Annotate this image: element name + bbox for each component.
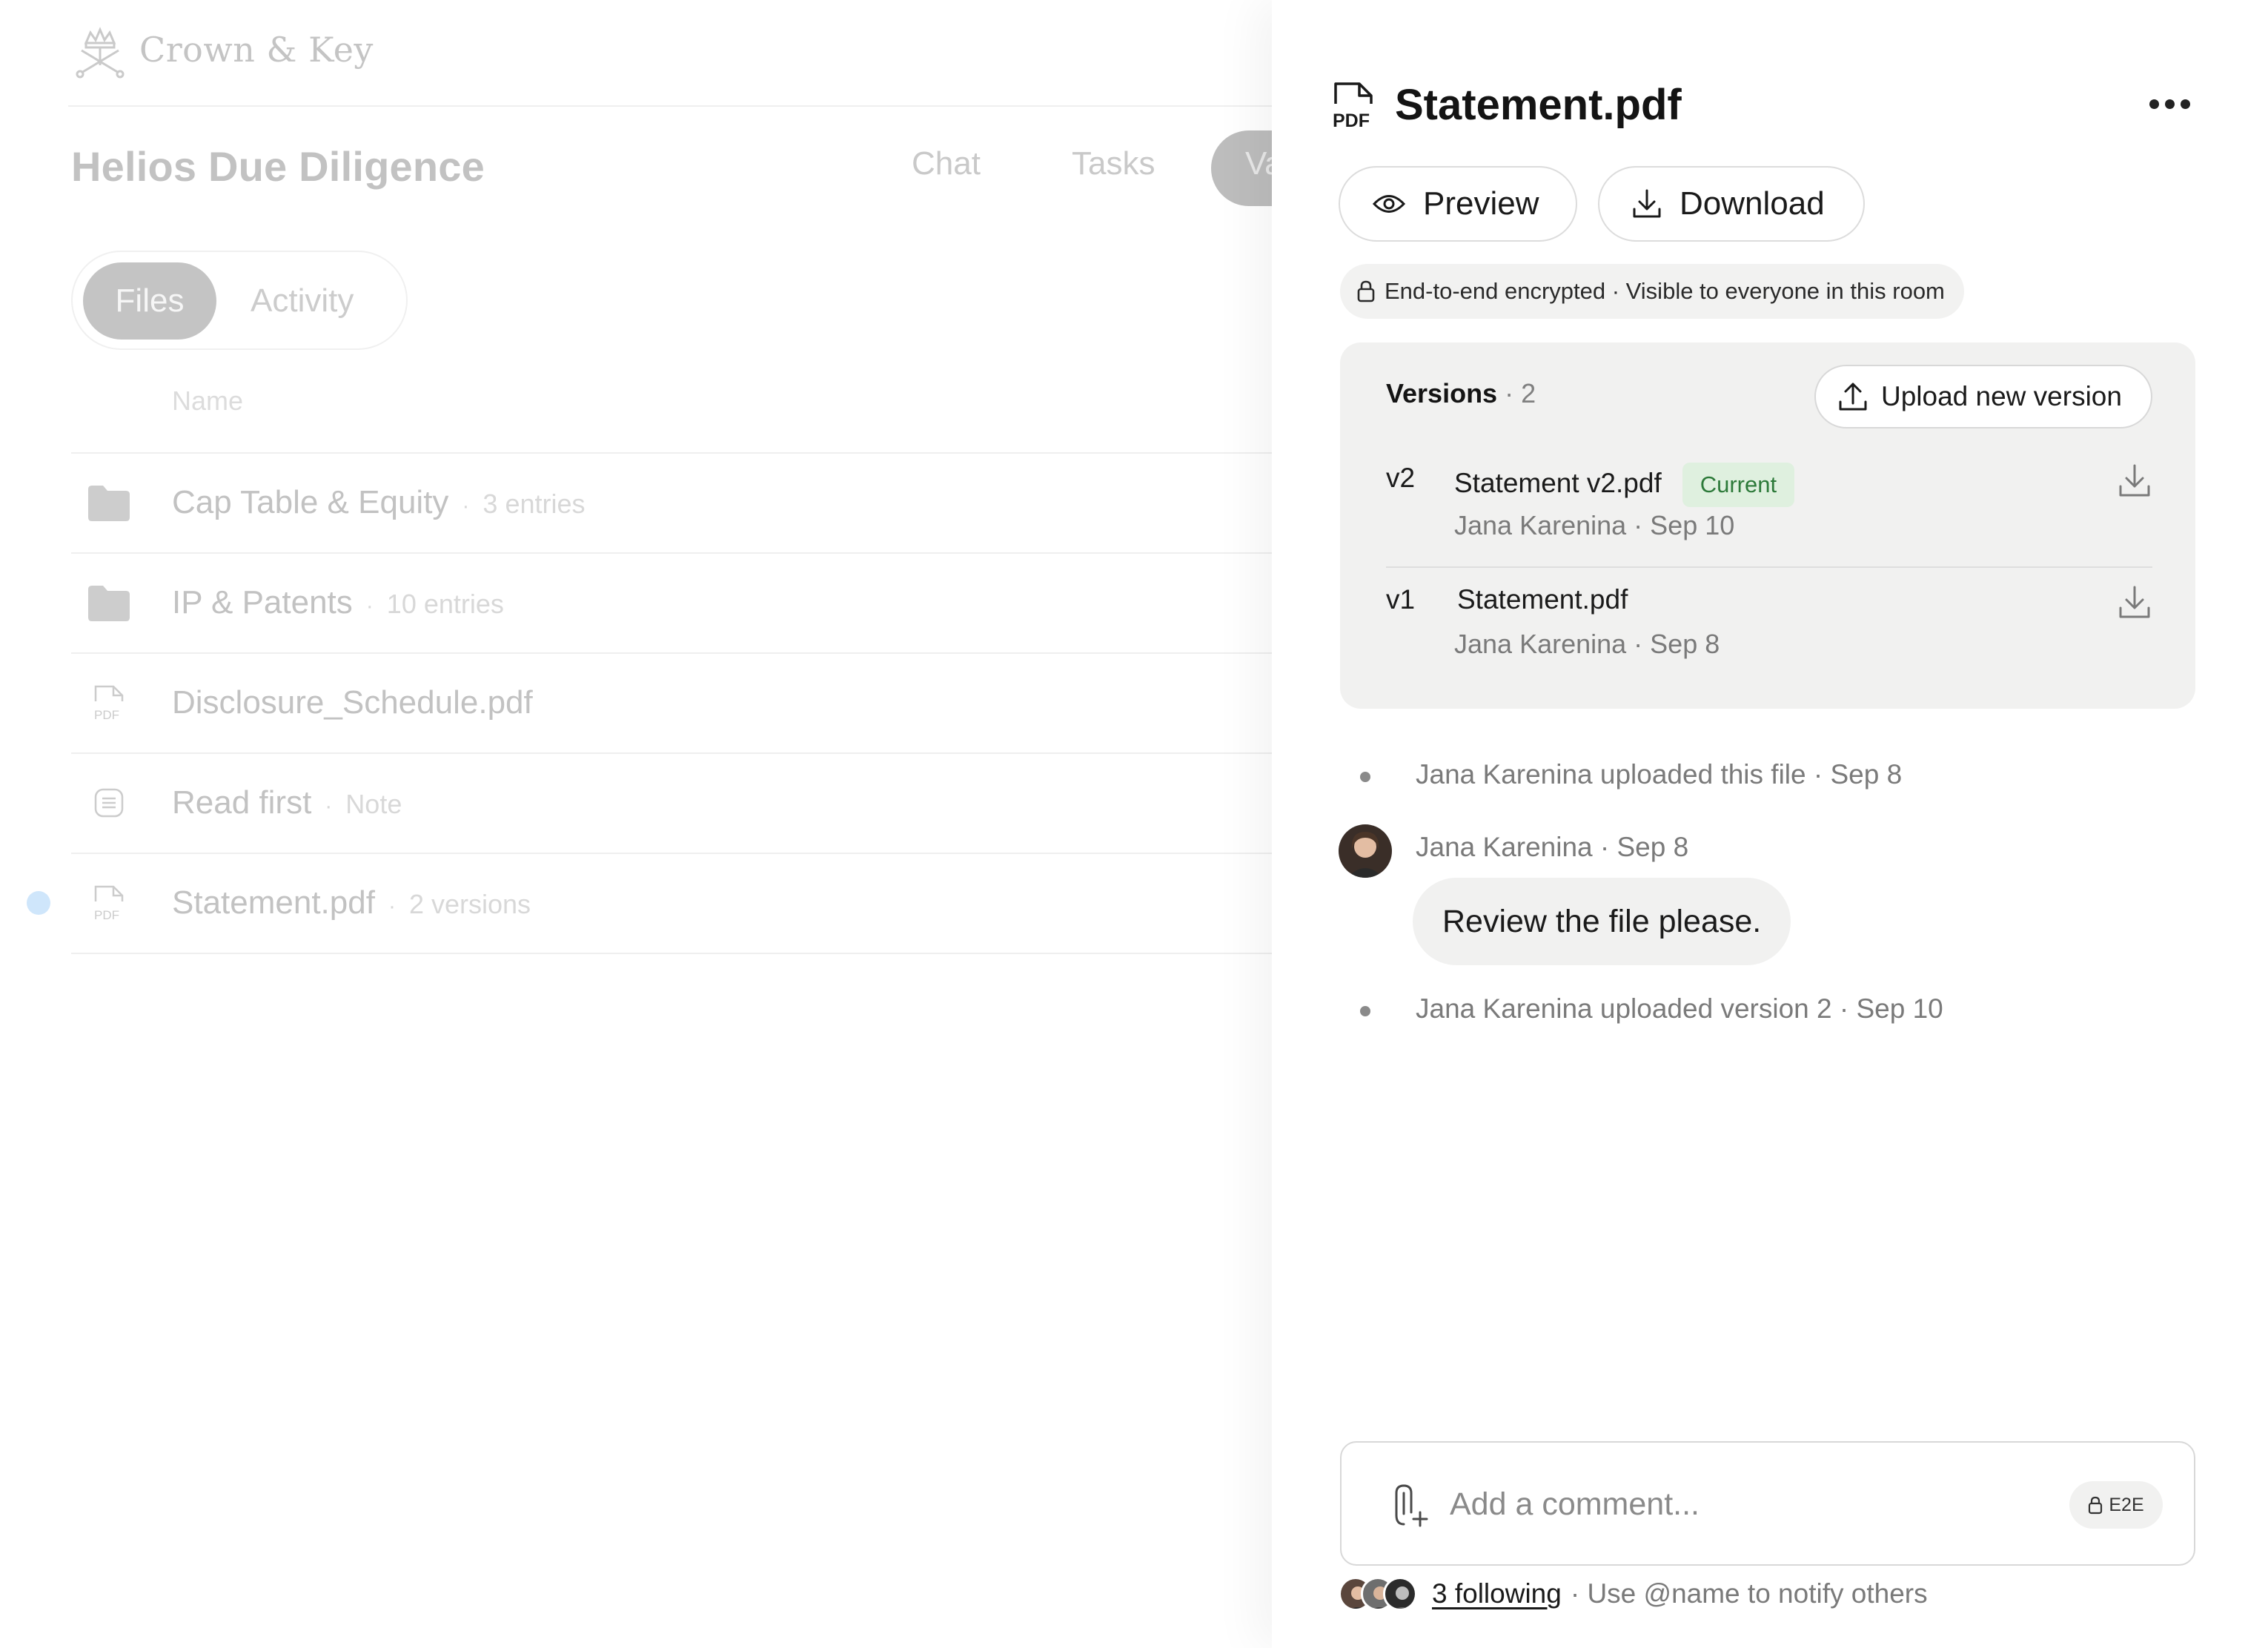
comment-bubble: Review the file please. [1413,878,1791,965]
tab-tasks[interactable]: Tasks [1072,145,1155,182]
folder-icon [86,580,132,626]
follower-avatars[interactable] [1339,1577,1419,1611]
version-row-v1[interactable]: v1 Statement.pdf Jana Karenina · Sep 8 [1386,584,2152,681]
followers-bar: 3 following · Use @name to notify others [1339,1575,1928,1613]
item-name: Statement.pdf [172,884,375,921]
more-options-icon[interactable] [2136,82,2203,126]
encryption-text: End-to-end encrypted · Visible to everyo… [1385,278,1945,304]
file-detail-panel: PDF Statement.pdf Preview Download End-t… [1272,0,2268,1648]
view-switcher: Files Activity [71,251,408,350]
eye-icon [1373,195,1405,213]
brand-logo[interactable]: Crown & Key [71,21,374,79]
row-divider [71,953,1279,954]
list-item-file[interactable]: PDF Disclosure_Schedule.pdf [71,653,1279,752]
download-button[interactable]: Download [1598,166,1865,242]
svg-text:PDF: PDF [1333,110,1370,130]
unread-indicator [27,891,50,915]
lock-icon [2089,1496,2103,1515]
svg-text:PDF: PDF [94,908,119,922]
versions-card: Versions · 2 Upload new version v2 State… [1340,342,2195,709]
brand-name: Crown & Key [139,30,374,70]
download-icon [1633,189,1661,218]
list-item-folder[interactable]: IP & Patents · 10 entries [71,553,1279,652]
note-icon [86,780,132,826]
preview-button[interactable]: Preview [1339,166,1577,242]
version-filename: Statement v2.pdf [1454,467,1662,498]
item-meta: 10 entries [386,589,504,619]
crown-key-logo-icon [76,27,125,79]
activity-bullet [1360,1006,1370,1016]
preview-label: Preview [1423,185,1539,222]
current-badge: Current [1682,463,1795,507]
encryption-notice: End-to-end encrypted · Visible to everyo… [1340,264,1964,319]
pdf-file-icon: PDF [86,880,132,926]
panel-file-title: Statement.pdf [1395,81,1682,129]
attachment-icon[interactable] [1390,1483,1430,1529]
pdf-file-icon: PDF [86,680,132,726]
following-link[interactable]: 3 following [1432,1578,1562,1609]
avatar[interactable] [1339,824,1392,878]
versions-count: · 2 [1497,378,1536,408]
version-filename: Statement.pdf [1457,584,1628,615]
version-divider [1386,566,2152,568]
column-header-name[interactable]: Name [172,385,243,417]
download-label: Download [1680,185,1825,222]
item-meta: 3 entries [483,489,586,519]
svg-text:PDF: PDF [94,708,119,722]
mention-hint: · Use @name to notify others [1570,1578,1928,1609]
comment-text: Review the file please. [1442,903,1762,939]
tab-chat[interactable]: Chat [912,145,981,182]
e2e-badge: E2E [2069,1481,2163,1529]
folder-icon [86,480,132,526]
list-item-note[interactable]: Read first · Note [71,753,1279,853]
list-item-folder[interactable]: Cap Table & Equity · 3 entries [71,453,1279,552]
item-name: Disclosure_Schedule.pdf [172,684,533,721]
version-meta: Jana Karenina · Sep 8 [1454,629,1720,659]
item-name: Read first [172,784,312,821]
activity-upload-event: Jana Karenina uploaded this file · Sep 8 [1416,759,1903,790]
comment-meta: Jana Karenina · Sep 8 [1416,832,1689,862]
avatar [1383,1577,1417,1611]
activity-bullet [1360,772,1370,782]
versions-title: Versions · 2 [1386,378,1536,408]
version-meta: Jana Karenina · Sep 10 [1454,510,1735,540]
lock-icon [1357,280,1375,302]
activity-version-event: Jana Karenina uploaded version 2 · Sep 1… [1416,993,1943,1024]
upload-new-version-button[interactable]: Upload new version [1814,365,2152,428]
comment-input[interactable] [1450,1472,2058,1536]
tab-activity[interactable]: Activity [251,262,354,340]
list-item-file-selected[interactable]: PDF Statement.pdf · 2 versions [71,853,1279,953]
download-icon[interactable] [2117,463,2152,500]
e2e-label: E2E [2109,1494,2144,1515]
comment-composer: E2E [1340,1441,2195,1566]
pdf-file-icon: PDF [1333,82,1373,130]
header-divider [68,105,1276,107]
item-meta: 2 versions [408,889,531,919]
upload-icon [1839,383,1867,411]
download-icon[interactable] [2117,584,2152,621]
tab-files[interactable]: Files [83,262,216,340]
version-row-v2[interactable]: v2 Statement v2.pdf Current Jana Karenina… [1386,463,2152,559]
item-name: IP & Patents [172,584,353,621]
version-label: v1 [1386,584,1416,615]
room-title: Helios Due Diligence [71,143,485,190]
version-label: v2 [1386,463,1416,493]
item-meta: Note [345,789,402,819]
upload-label: Upload new version [1881,381,2122,411]
item-name: Cap Table & Equity [172,484,449,520]
